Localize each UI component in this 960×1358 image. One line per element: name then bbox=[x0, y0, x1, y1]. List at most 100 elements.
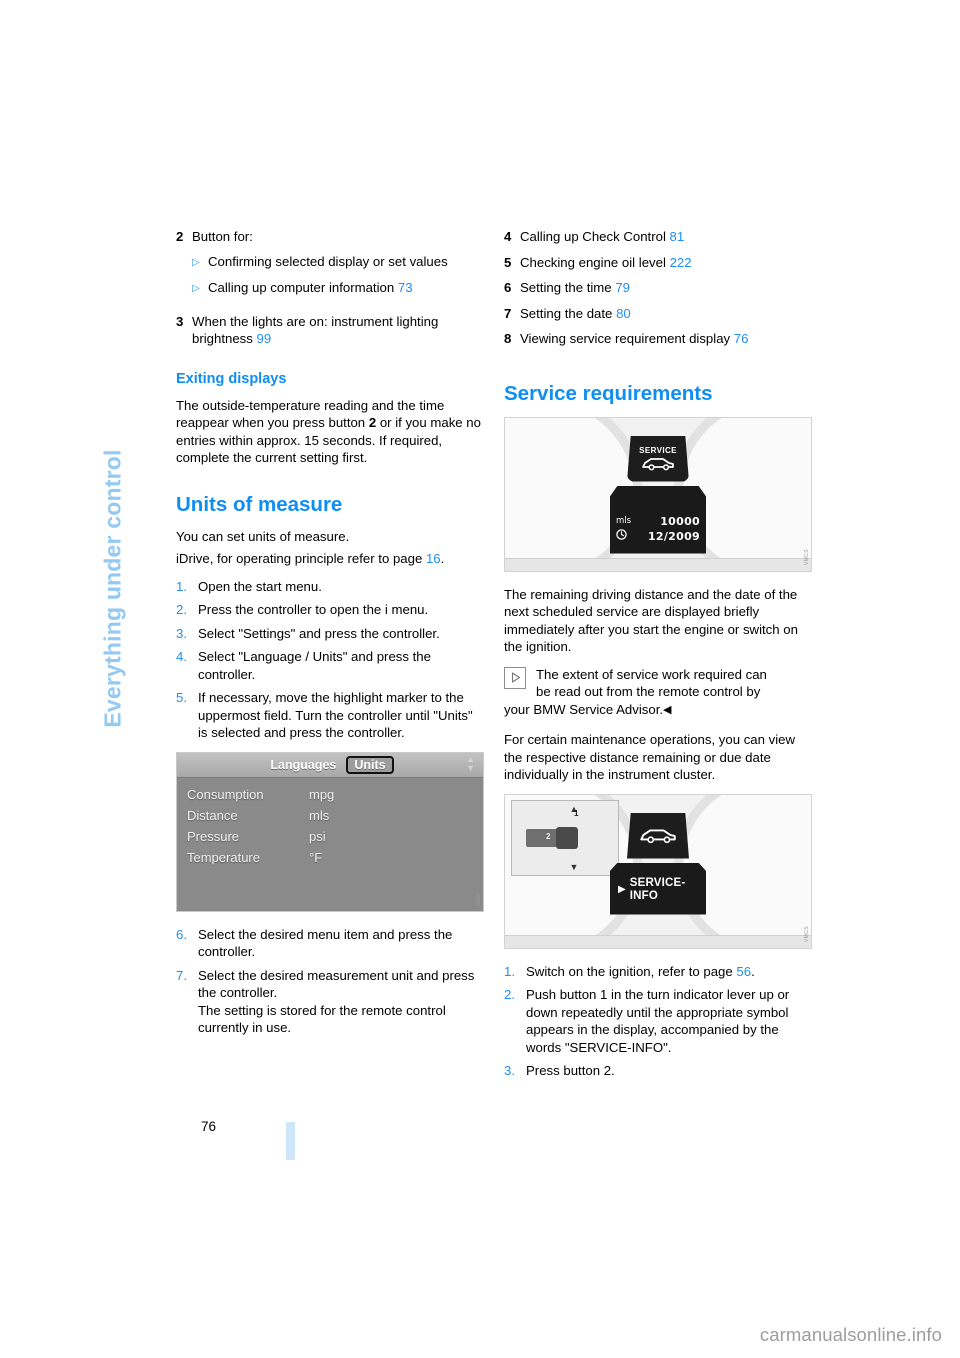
figure-service-info-display: ▲ ▼ 1 2 ▶ SERVICE- INFO VMCS bbox=[504, 793, 812, 949]
step-text: Press button 2. bbox=[526, 1063, 615, 1078]
list-item: ▷ Calling up computer information 73 bbox=[192, 279, 484, 298]
idrive-note-text: iDrive, for operating principle refer to… bbox=[176, 551, 426, 566]
note-line-3-text: your BMW Service Advisor. bbox=[504, 701, 664, 717]
step-item: 5. If necessary, move the highlight mark… bbox=[176, 689, 484, 742]
paragraph-service-detail: For certain maintenance operations, you … bbox=[504, 732, 796, 782]
page-reference[interactable]: 76 bbox=[734, 331, 749, 346]
page-number: 76 bbox=[200, 1119, 216, 1134]
setting-value: mls bbox=[309, 807, 330, 823]
page-reference[interactable]: 222 bbox=[670, 255, 692, 270]
page-edge-marker bbox=[286, 1122, 295, 1160]
heading-service-requirements: Service requirements bbox=[504, 381, 713, 405]
legend-number: 3 bbox=[176, 313, 184, 329]
step-text: Select "Settings" and press the controll… bbox=[198, 625, 440, 641]
note-end-marker: ◀ bbox=[663, 703, 672, 716]
idrive-settings-list: Consumption mpg Distance mls Pressure ps… bbox=[177, 778, 483, 868]
instrument-cluster-image: SERVICE mls 10000 12/2009 bbox=[504, 416, 812, 572]
legend-number: 5 bbox=[504, 254, 512, 270]
service-date-line: 12/2009 bbox=[616, 528, 700, 544]
setting-label: Distance bbox=[187, 807, 238, 823]
clock-icon bbox=[616, 528, 627, 544]
legend-label: Setting the date bbox=[520, 305, 613, 321]
legend-item: 2 Button for: ▷ Confirming selected disp… bbox=[176, 228, 484, 305]
legend-label: Calling up Check Control bbox=[520, 229, 666, 244]
page-reference[interactable]: 79 bbox=[615, 280, 630, 295]
list-item[interactable]: Distance mls bbox=[187, 805, 483, 826]
paragraph-exiting-displays: The outside-temperature reading and the … bbox=[176, 397, 484, 467]
figure-code: VMCS bbox=[804, 549, 810, 566]
distance-value: 10000 bbox=[660, 514, 700, 528]
step-item: 1. Open the start menu. bbox=[176, 578, 484, 596]
car-icon bbox=[640, 829, 676, 844]
step-item: 7. Select the desired measurement unit a… bbox=[176, 967, 484, 1037]
step-number: 6. bbox=[176, 926, 187, 942]
tab-languages[interactable]: Languages bbox=[266, 757, 340, 773]
callout-2: 2 bbox=[546, 831, 551, 841]
service-lamp: SERVICE bbox=[627, 435, 689, 482]
step-text: Select the desired measurement unit and … bbox=[198, 967, 475, 1036]
paragraph-service-intro: The remaining driving distance and the d… bbox=[504, 586, 798, 655]
right-column: 4 Calling up Check Control 81 5 Checking… bbox=[504, 228, 812, 1086]
figure-service-display: SERVICE mls 10000 12/2009 VMCS bbox=[504, 416, 812, 572]
list-item[interactable]: Pressure psi bbox=[187, 826, 483, 847]
legend-text: Viewing service requirement display 76 bbox=[520, 330, 812, 348]
list-item-label: Calling up computer information 73 bbox=[208, 279, 484, 298]
step-number: 3. bbox=[504, 1063, 515, 1078]
list-item[interactable]: Temperature °F bbox=[187, 847, 483, 868]
legend-text: When the lights are on: instrument light… bbox=[192, 313, 484, 348]
legend-text: Setting the date 80 bbox=[520, 305, 812, 323]
service-car-lamp bbox=[627, 812, 689, 859]
left-column: 2 Button for: ▷ Confirming selected disp… bbox=[176, 228, 484, 1043]
turn-indicator-lever-inset: ▲ ▼ 1 2 bbox=[511, 799, 619, 876]
step-item: 4. Select "Language / Units" and press t… bbox=[176, 648, 484, 683]
step-text: Select the desired menu item and press t… bbox=[198, 926, 453, 960]
cluster-base bbox=[505, 557, 811, 571]
page-reference[interactable]: 73 bbox=[398, 280, 413, 295]
idrive-note-suffix: . bbox=[440, 551, 445, 566]
step-number: 1. bbox=[504, 963, 515, 979]
heading-exiting-displays: Exiting displays bbox=[176, 370, 287, 387]
legend-item: 5 Checking engine oil level 222 bbox=[504, 254, 812, 272]
note-line-3: your BMW Service Advisor.◀ bbox=[504, 701, 812, 720]
page-reference[interactable]: 99 bbox=[257, 331, 272, 346]
legend-item: 6 Setting the time 79 bbox=[504, 279, 812, 297]
step-item: 1. Switch on the ignition, refer to page… bbox=[504, 963, 812, 981]
service-info-line-1: SERVICE- bbox=[629, 876, 686, 889]
chapter-tab-label: Everything under control bbox=[99, 449, 126, 728]
step-item: 6. Select the desired menu item and pres… bbox=[176, 926, 484, 961]
triangle-bullet-icon: ▷ bbox=[192, 282, 200, 294]
distance-unit: mls bbox=[616, 515, 632, 526]
instrument-cluster-image: ▲ ▼ 1 2 ▶ SERVICE- INFO bbox=[504, 793, 812, 949]
legend-label: Button for: bbox=[192, 229, 253, 244]
step-number: 4. bbox=[176, 649, 187, 664]
legend-label: Viewing service requirement display bbox=[520, 331, 731, 346]
arrow-down-icon: ▼ bbox=[569, 861, 579, 872]
setting-label: Consumption bbox=[187, 786, 264, 802]
step-text: Open the start menu. bbox=[198, 578, 322, 594]
callout-1: 1 bbox=[574, 808, 579, 818]
legend-text: Calling up Check Control 81 bbox=[520, 228, 812, 246]
setting-value: mpg bbox=[309, 786, 335, 802]
tab-units[interactable]: Units bbox=[346, 755, 394, 774]
figure-code: MMM bbox=[476, 891, 482, 906]
service-info-readout: ▶ SERVICE- INFO bbox=[610, 862, 706, 915]
step-text-suffix: . bbox=[751, 963, 755, 979]
service-lamp-label: SERVICE bbox=[639, 446, 677, 455]
legend-text: Button for: ▷ Confirming selected displa… bbox=[192, 228, 484, 305]
lever-button bbox=[556, 826, 578, 849]
list-item[interactable]: Consumption mpg bbox=[187, 784, 483, 805]
page-reference[interactable]: 80 bbox=[616, 306, 631, 321]
service-info-line-2: INFO bbox=[629, 889, 658, 902]
legend-item: 7 Setting the date 80 bbox=[504, 305, 812, 323]
page-reference[interactable]: 81 bbox=[670, 229, 685, 244]
step-text: Press the controller to open the i menu. bbox=[198, 602, 429, 617]
list-item-label: Confirming selected display or set value… bbox=[208, 253, 448, 269]
step-item: 2. Press the controller to open the i me… bbox=[176, 601, 484, 619]
legend-label: When the lights are on: instrument light… bbox=[192, 313, 439, 347]
page-reference[interactable]: 16 bbox=[426, 551, 441, 566]
page-reference[interactable]: 56 bbox=[736, 964, 751, 979]
legend-sub-list: ▷ Confirming selected display or set val… bbox=[192, 253, 484, 298]
step-number: 2. bbox=[176, 602, 187, 617]
service-distance-line: mls 10000 bbox=[616, 514, 700, 529]
note-line-2: be read out from the remote control by bbox=[536, 684, 761, 699]
